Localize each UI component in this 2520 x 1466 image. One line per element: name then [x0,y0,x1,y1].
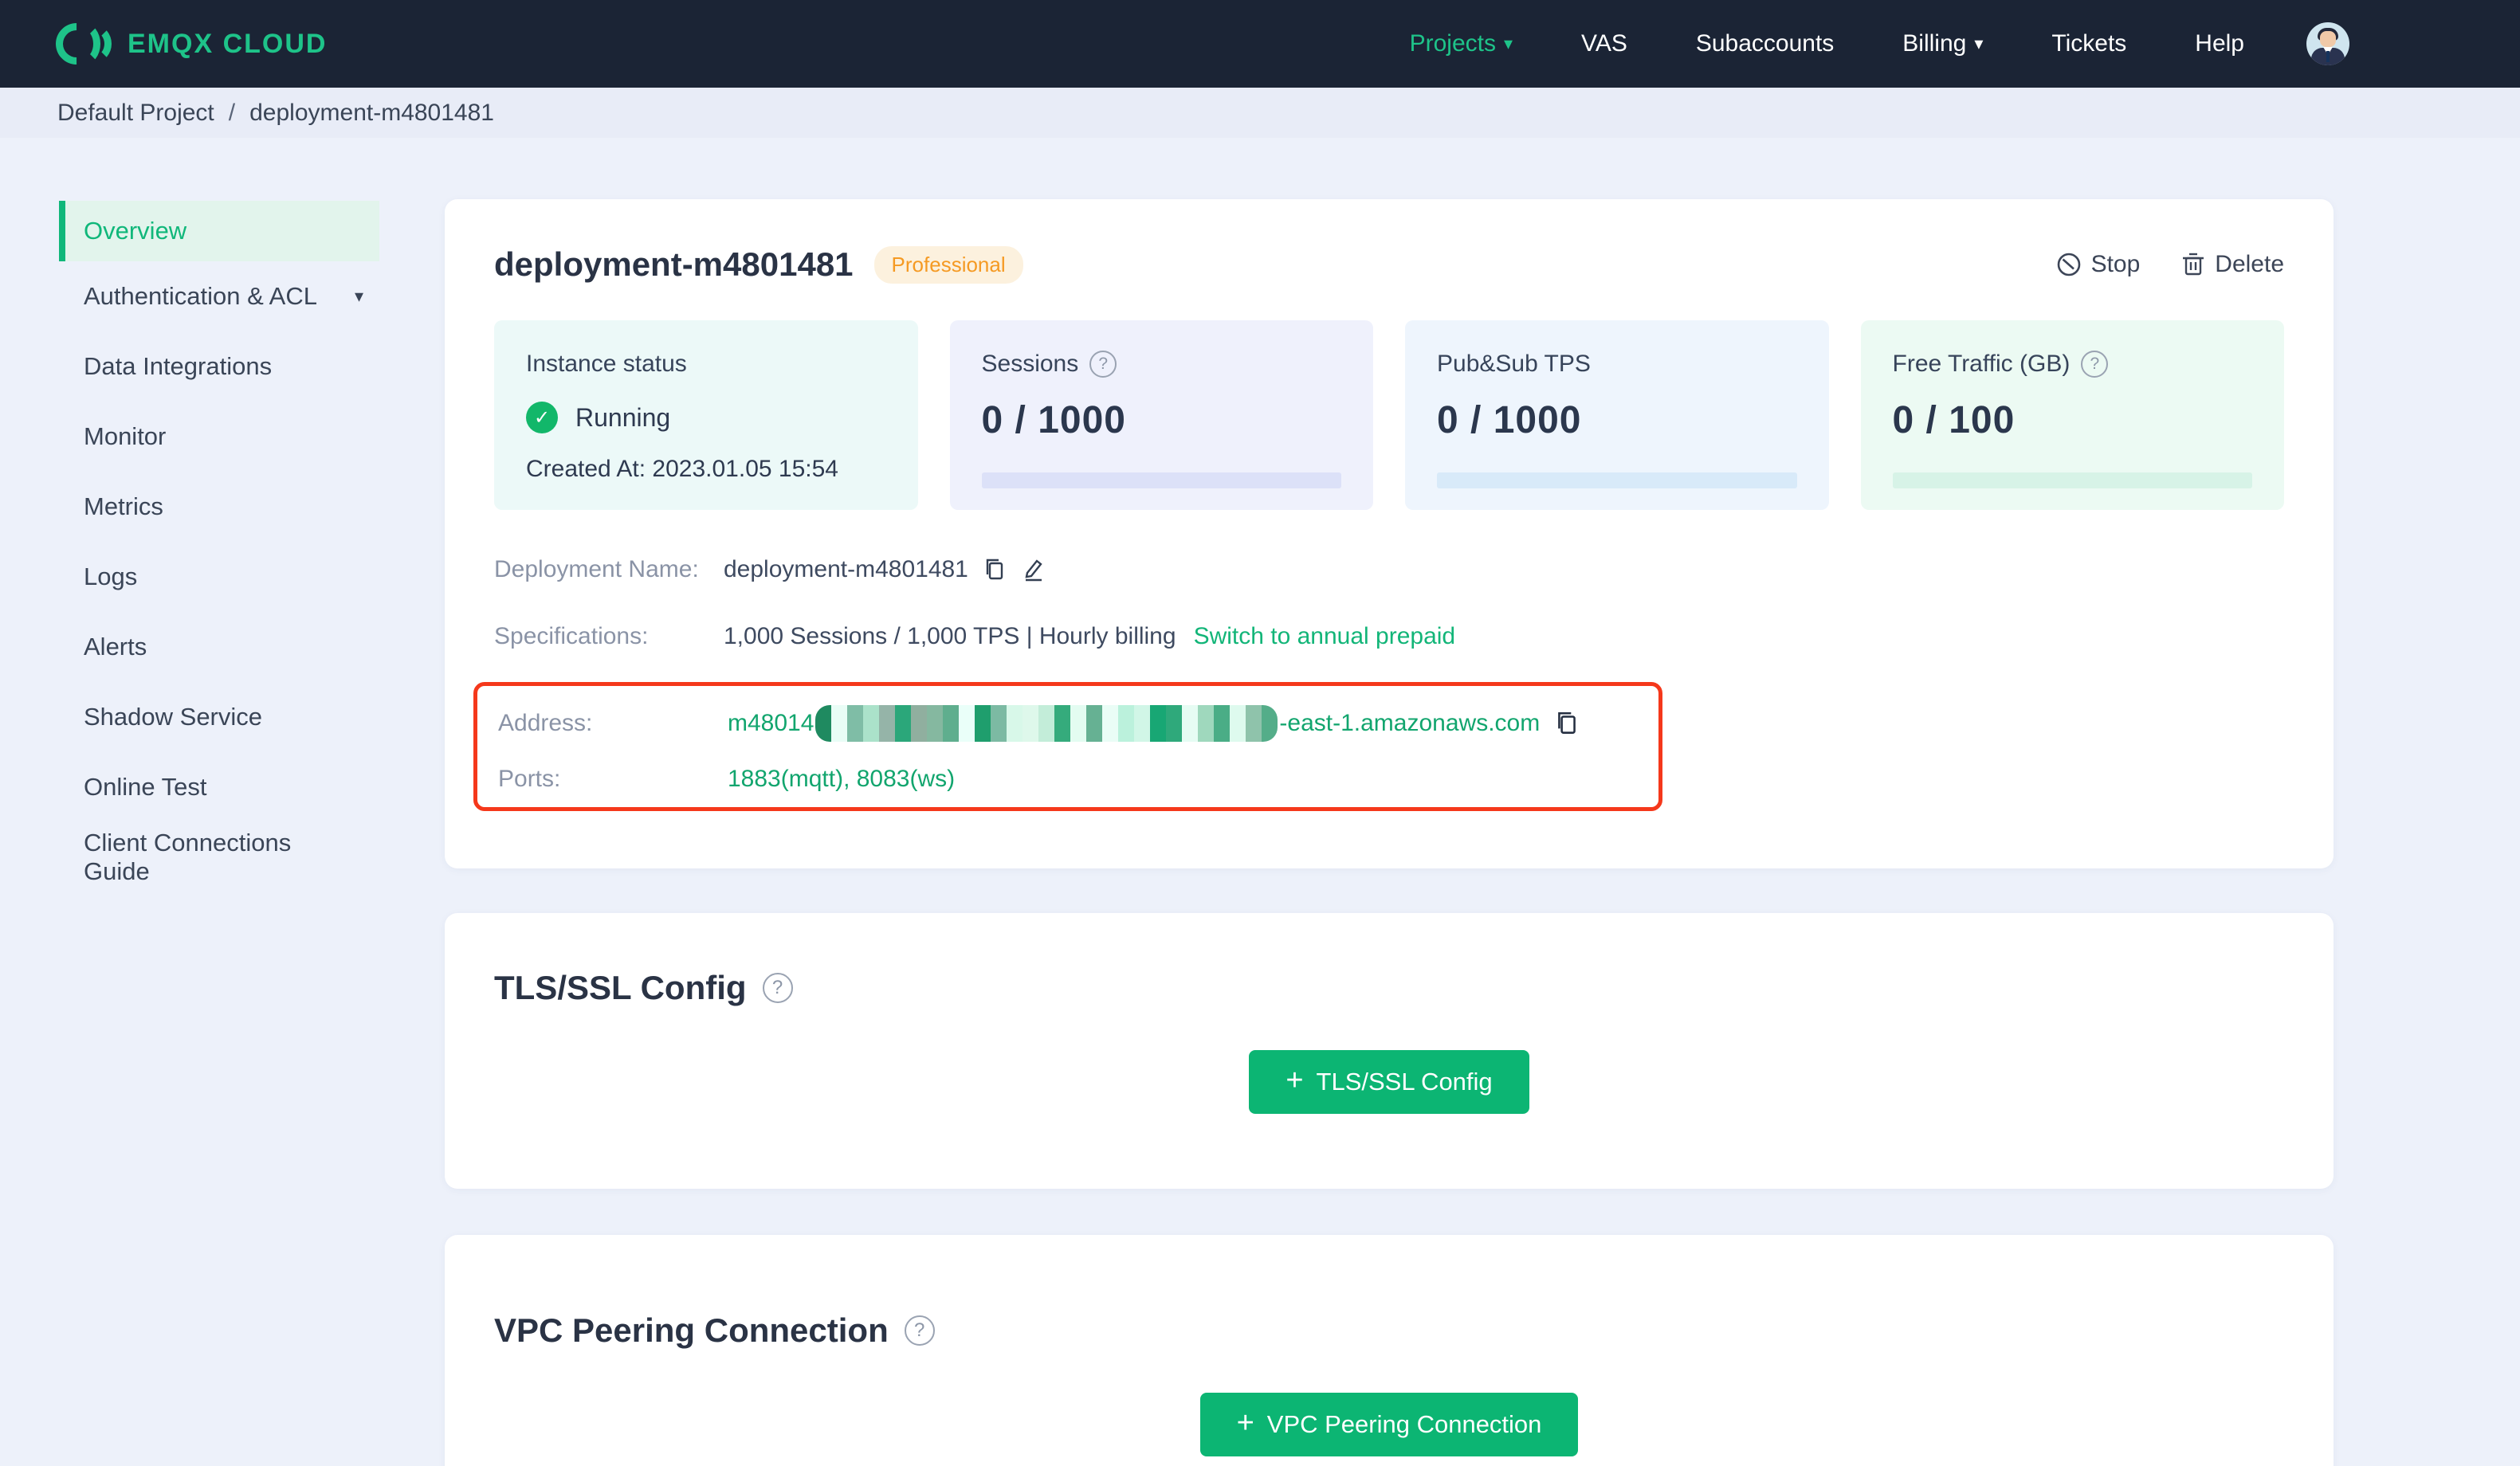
copy-address-icon[interactable] [1554,710,1580,737]
sidebar-item-alerts[interactable]: Alerts [59,612,379,682]
breadcrumb-separator: / [228,99,236,126]
trash-icon [2183,253,2204,276]
deployment-overview-card: deployment-m4801481 Professional Stop De… [445,199,2334,868]
delete-button[interactable]: Delete [2181,251,2284,278]
address-prefix: m48014 [728,710,814,736]
edit-icon[interactable] [1021,557,1045,582]
plan-badge: Professional [873,245,1023,284]
ports-value: 1883(mqtt), 8083(ws) [728,766,956,792]
sidebar-item-logs[interactable]: Logs [59,542,379,612]
sessions-progress-bar [981,472,1341,488]
sidebar-item-authentication-acl[interactable]: Authentication & ACL ▾ [59,261,379,331]
tls-ssl-title: TLS/SSL Config [494,969,747,1006]
sidebar: Overview Authentication & ACL ▾ Data Int… [0,138,414,892]
address-ports-annotation-box: Address: m48014 -east-1.amazonaws.com Po… [473,682,1662,811]
nav-item-vas[interactable]: VAS [1581,30,1627,57]
stat-card-pubsub-tps: Pub&Sub TPS 0 / 1000 [1405,320,1829,510]
nav-item-tickets[interactable]: Tickets [2051,30,2126,57]
specifications-label: Specifications: [494,623,649,649]
ports-label: Ports: [498,766,561,792]
top-navbar: EMQX CLOUD Projects ▾ VAS Subaccounts Bi… [0,0,2520,88]
nav-item-billing[interactable]: Billing ▾ [1902,30,1983,57]
address-row: Address: m48014 -east-1.amazonaws.com [498,705,1638,742]
specifications-value: 1,000 Sessions / 1,000 TPS | Hourly bill… [724,623,1176,649]
stat-label: Pub&Sub TPS [1437,351,1591,377]
chevron-down-icon: ▾ [1503,33,1513,53]
brand[interactable]: EMQX CLOUD [47,14,328,73]
traffic-progress-bar [1892,472,2252,488]
plus-icon: + [1236,1406,1254,1440]
tls-ssl-card: TLS/SSL Config ? + TLS/SSL Config [445,913,2334,1189]
address-suffix: -east-1.amazonaws.com [1279,710,1541,736]
specifications-row: Specifications: 1,000 Sessions / 1,000 T… [494,618,2284,655]
add-vpc-peering-button[interactable]: + VPC Peering Connection [1199,1393,1579,1456]
vpc-peering-card: VPC Peering Connection ? + VPC Peering C… [445,1235,2334,1466]
chevron-down-icon: ▾ [1974,33,1984,53]
address-value: m48014 -east-1.amazonaws.com [728,705,1540,742]
stat-label: Free Traffic (GB) [1892,351,2071,377]
stat-card-free-traffic: Free Traffic (GB) ? 0 / 100 [1860,320,2284,510]
stat-value: 0 / 1000 [1437,399,1582,441]
ports-row: Ports: 1883(mqtt), 8083(ws) [498,761,1638,798]
help-icon[interactable]: ? [1089,351,1117,378]
copy-icon[interactable] [983,557,1007,582]
help-icon[interactable]: ? [904,1315,935,1346]
nav-item-projects[interactable]: Projects ▾ [1410,30,1513,57]
plus-icon: + [1286,1064,1304,1097]
breadcrumb-deployment[interactable]: deployment-m4801481 [249,100,494,127]
stat-value: 0 / 1000 [981,399,1126,441]
help-icon[interactable]: ? [762,973,793,1003]
emqx-logo-icon [47,14,112,73]
deployment-name-value: deployment-m4801481 [724,556,968,582]
brand-name: EMQX CLOUD [128,28,328,59]
address-redaction [815,705,1278,742]
add-tls-ssl-config-button[interactable]: + TLS/SSL Config [1249,1050,1529,1114]
breadcrumb: Default Project / deployment-m4801481 [0,88,2520,138]
sidebar-item-shadow-service[interactable]: Shadow Service [59,682,379,752]
user-avatar[interactable] [2306,22,2349,65]
sidebar-item-data-integrations[interactable]: Data Integrations [59,331,379,402]
nav-items: Projects ▾ VAS Subaccounts Billing ▾ Tic… [1341,22,2349,65]
status-check-icon: ✓ [526,402,558,433]
nav-item-help[interactable]: Help [2195,30,2244,57]
sidebar-item-client-connections-guide[interactable]: Client Connections Guide [59,822,379,892]
stat-label: Instance status [526,351,687,377]
deployment-name-label: Deployment Name: [494,556,699,582]
breadcrumb-project[interactable]: Default Project [57,100,214,127]
stop-button[interactable]: Stop [2056,251,2140,278]
chevron-down-icon: ▾ [354,286,363,306]
stop-icon [2057,253,2080,276]
vpc-peering-title: VPC Peering Connection [494,1311,889,1349]
address-label: Address: [498,710,593,736]
deployment-name-row: Deployment Name: deployment-m4801481 [494,551,2284,588]
help-icon[interactable]: ? [2081,351,2109,378]
status-text: Running [575,402,671,432]
sidebar-item-online-test[interactable]: Online Test [59,752,379,822]
stat-value: 0 / 100 [1892,399,2016,441]
stat-card-sessions: Sessions ? 0 / 1000 [949,320,1373,510]
sidebar-item-metrics[interactable]: Metrics [59,472,379,542]
created-at: Created At: 2023.01.05 15:54 [526,456,838,482]
stat-label: Sessions [981,351,1079,377]
sidebar-item-overview[interactable]: Overview [59,201,379,261]
sidebar-item-monitor[interactable]: Monitor [59,402,379,472]
nav-item-subaccounts[interactable]: Subaccounts [1696,30,1834,57]
tps-progress-bar [1437,472,1797,488]
page-title: deployment-m4801481 [494,245,854,283]
main-content: deployment-m4801481 Professional Stop De… [445,138,2334,1466]
stat-card-instance-status: Instance status ✓ Running Created At: 20… [494,320,918,510]
switch-annual-prepaid-link[interactable]: Switch to annual prepaid [1194,623,1456,650]
